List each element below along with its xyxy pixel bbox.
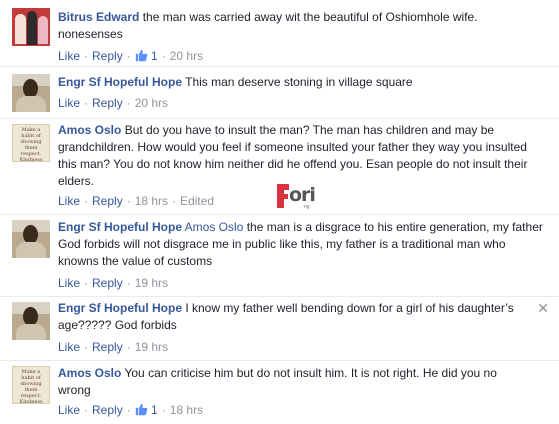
avatar[interactable]: Make a habit of showing them respect. Ki… bbox=[12, 366, 50, 404]
thumbs-up-icon bbox=[135, 403, 147, 416]
timestamp[interactable]: 20 hrs bbox=[170, 49, 203, 63]
comment-actions: Like · Reply · 18 hrs · Edited bbox=[58, 194, 214, 208]
reply-link[interactable]: Reply bbox=[92, 194, 123, 208]
avatar-quote-text: Make a habit of showing them respect. Ki… bbox=[19, 369, 43, 404]
comment-text: Engr Sf Hopeful Hope This man deserve st… bbox=[58, 74, 545, 91]
comment-text: Engr Sf Hopeful Hope I know my father we… bbox=[58, 300, 529, 334]
separator: · bbox=[126, 340, 131, 354]
comment-text: Bitrus Edward the man was carried away w… bbox=[58, 9, 545, 43]
like-link[interactable]: Like bbox=[58, 403, 80, 417]
reply-link[interactable]: Reply bbox=[92, 403, 123, 417]
like-link[interactable]: Like bbox=[58, 340, 80, 354]
author-name[interactable]: Engr Sf Hopeful Hope bbox=[58, 75, 182, 89]
comment-text: Amos Oslo You can criticise him but do n… bbox=[58, 365, 519, 399]
comment-actions: Like · Reply · 20 hrs bbox=[58, 96, 168, 110]
like-count-value: 1 bbox=[151, 403, 158, 417]
separator: · bbox=[126, 96, 131, 110]
avatar[interactable] bbox=[12, 220, 50, 258]
avatar[interactable]: Make a habit of showing them respect. Ki… bbox=[12, 124, 50, 162]
comment: Make a habit of showing them respect. Ki… bbox=[0, 360, 559, 424]
separator: · bbox=[126, 49, 131, 63]
comment-actions: Like · Reply · 19 hrs bbox=[58, 340, 168, 354]
timestamp[interactable]: 19 hrs bbox=[135, 276, 168, 290]
reply-link[interactable]: Reply bbox=[92, 49, 123, 63]
author-name[interactable]: Amos Oslo bbox=[58, 123, 121, 137]
avatar[interactable] bbox=[12, 74, 50, 112]
separator: · bbox=[126, 194, 131, 208]
author-name[interactable]: Engr Sf Hopeful Hope bbox=[58, 220, 182, 234]
site-logo-watermark: ori ng bbox=[275, 180, 327, 214]
author-name[interactable]: Amos Oslo bbox=[58, 366, 121, 380]
comment-body: You can criticise him but do not insult … bbox=[58, 366, 497, 397]
reply-link[interactable]: Reply bbox=[92, 340, 123, 354]
separator: · bbox=[84, 49, 89, 63]
timestamp[interactable]: 18 hrs bbox=[170, 403, 203, 417]
separator: · bbox=[84, 403, 89, 417]
comment-text: Engr Sf Hopeful Hope Amos Oslo the man i… bbox=[58, 219, 545, 270]
reply-link[interactable]: Reply bbox=[92, 276, 123, 290]
like-link[interactable]: Like bbox=[58, 96, 80, 110]
timestamp[interactable]: 20 hrs bbox=[135, 96, 168, 110]
separator: · bbox=[84, 194, 89, 208]
separator: · bbox=[161, 49, 166, 63]
like-link[interactable]: Like bbox=[58, 194, 80, 208]
comment-actions: Like · Reply · 1 · 18 hrs bbox=[58, 403, 203, 417]
close-icon[interactable]: ✕ bbox=[537, 300, 549, 317]
like-count[interactable]: 1 bbox=[135, 403, 158, 417]
comment: Engr Sf Hopeful Hope This man deserve st… bbox=[0, 66, 559, 119]
like-link[interactable]: Like bbox=[58, 276, 80, 290]
comment: Engr Sf Hopeful Hope Amos Oslo the man i… bbox=[0, 214, 559, 297]
timestamp[interactable]: 19 hrs bbox=[135, 340, 168, 354]
separator: · bbox=[126, 276, 131, 290]
like-count[interactable]: 1 bbox=[135, 49, 158, 63]
comment-body: This man deserve stoning in village squa… bbox=[185, 75, 413, 89]
comment-body: But do you have to insult the man? The m… bbox=[58, 123, 528, 188]
author-name[interactable]: Engr Sf Hopeful Hope bbox=[58, 301, 182, 315]
logo-text: ori bbox=[289, 184, 316, 206]
separator: · bbox=[161, 403, 166, 417]
edited-label[interactable]: Edited bbox=[180, 194, 214, 208]
like-link[interactable]: Like bbox=[58, 49, 80, 63]
separator: · bbox=[84, 96, 89, 110]
thumbs-up-icon bbox=[135, 49, 147, 62]
author-name[interactable]: Bitrus Edward bbox=[58, 10, 139, 24]
separator: · bbox=[84, 340, 89, 354]
comment-actions: Like · Reply · 1 · 20 hrs bbox=[58, 49, 203, 63]
comment: ✕ Engr Sf Hopeful Hope I know my father … bbox=[0, 296, 559, 361]
timestamp[interactable]: 18 hrs bbox=[135, 194, 168, 208]
separator: · bbox=[84, 276, 89, 290]
logo-subtext: ng bbox=[304, 204, 310, 210]
avatar[interactable] bbox=[12, 302, 50, 340]
avatar[interactable] bbox=[12, 8, 50, 46]
mention-link[interactable]: Amos Oslo bbox=[185, 220, 244, 234]
comment-actions: Like · Reply · 19 hrs bbox=[58, 276, 168, 290]
reply-link[interactable]: Reply bbox=[92, 96, 123, 110]
separator: · bbox=[126, 403, 131, 417]
separator: · bbox=[172, 194, 177, 208]
comment: Bitrus Edward the man was carried away w… bbox=[0, 0, 559, 67]
like-count-value: 1 bbox=[151, 49, 158, 63]
avatar-quote-text: Make a habit of showing them respect. Ki… bbox=[19, 127, 43, 162]
